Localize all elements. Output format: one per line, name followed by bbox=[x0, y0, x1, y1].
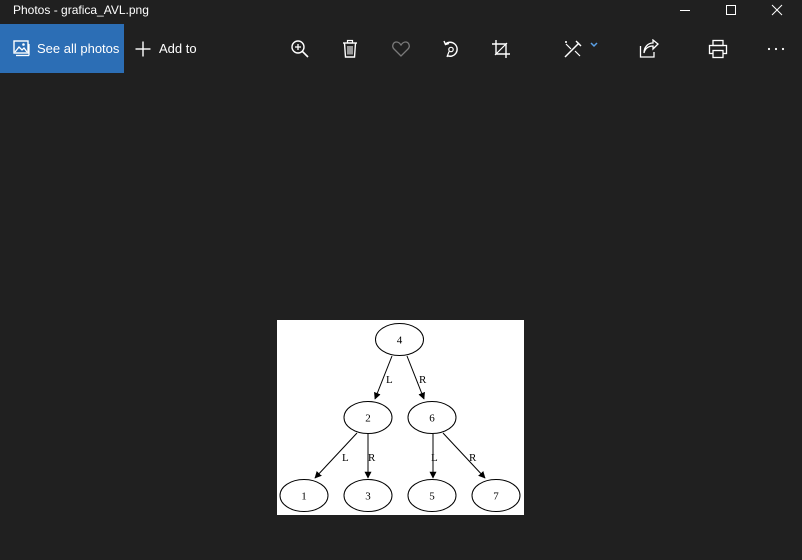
edge-label-4-2: L bbox=[386, 374, 393, 386]
edge-label-4-6: R bbox=[419, 374, 427, 386]
node-1: 1 bbox=[279, 479, 329, 512]
node-label-1: 1 bbox=[301, 491, 307, 503]
rotate-button[interactable] bbox=[440, 38, 462, 60]
photo-canvas: L R L R L R 4 2 6 1 3 5 7 bbox=[277, 320, 524, 515]
node-label-3: 3 bbox=[365, 491, 371, 503]
node-label-6: 6 bbox=[429, 413, 435, 425]
print-icon bbox=[708, 39, 728, 59]
add-to-label: Add to bbox=[159, 41, 197, 56]
title-bar: Photos - grafica_AVL.png bbox=[0, 0, 802, 22]
more-icon bbox=[767, 47, 785, 51]
node-7: 7 bbox=[471, 479, 521, 512]
zoom-button[interactable] bbox=[289, 38, 311, 60]
plus-icon bbox=[135, 41, 151, 56]
see-all-photos-label: See all photos bbox=[37, 41, 120, 56]
close-icon bbox=[771, 4, 783, 16]
photo-gallery-icon bbox=[13, 39, 30, 56]
favorite-heart-icon bbox=[392, 41, 410, 57]
more-button[interactable] bbox=[765, 38, 787, 60]
maximize-button[interactable] bbox=[708, 0, 754, 20]
share-icon bbox=[639, 39, 659, 58]
node-4: 4 bbox=[375, 323, 424, 356]
see-all-photos-button[interactable]: See all photos bbox=[0, 24, 124, 73]
edge-label-2-3: R bbox=[368, 452, 376, 464]
rotate-icon bbox=[443, 40, 458, 58]
maximize-icon bbox=[726, 5, 736, 15]
add-to-button[interactable]: Add to bbox=[134, 24, 197, 73]
print-button[interactable] bbox=[707, 38, 729, 60]
edit-create-icon bbox=[564, 40, 582, 58]
node-5: 5 bbox=[407, 479, 457, 512]
crop-icon bbox=[492, 40, 510, 58]
close-button[interactable] bbox=[754, 0, 800, 20]
avl-tree-graph: L R L R L R 4 2 6 1 3 5 7 bbox=[279, 323, 521, 512]
share-button[interactable] bbox=[638, 38, 660, 60]
toolbar: See all photos Add to bbox=[0, 24, 802, 73]
node-label-7: 7 bbox=[493, 491, 499, 503]
zoom-in-icon bbox=[291, 40, 309, 58]
chevron-down-icon bbox=[590, 42, 598, 48]
minimize-button[interactable] bbox=[662, 0, 708, 20]
delete-button[interactable] bbox=[339, 38, 361, 60]
edge-label-2-1: L bbox=[342, 452, 349, 464]
minimize-icon bbox=[680, 10, 690, 11]
node-3: 3 bbox=[343, 479, 393, 512]
edge-label-6-7: R bbox=[469, 452, 477, 464]
photos-app-window: Photos - grafica_AVL.png See all photos … bbox=[0, 0, 802, 560]
node-label-5: 5 bbox=[429, 491, 435, 503]
edge-2-1 bbox=[314, 432, 358, 479]
node-label-4: 4 bbox=[397, 335, 403, 347]
window-title: Photos - grafica_AVL.png bbox=[13, 3, 149, 17]
favorite-button[interactable] bbox=[390, 38, 412, 60]
delete-icon bbox=[343, 39, 357, 58]
crop-button[interactable] bbox=[490, 38, 512, 60]
edge-6-7 bbox=[442, 432, 486, 479]
edit-create-button[interactable] bbox=[563, 38, 603, 60]
node-2: 2 bbox=[343, 401, 393, 434]
edge-label-6-5: L bbox=[431, 452, 438, 464]
node-6: 6 bbox=[407, 401, 457, 434]
node-label-2: 2 bbox=[365, 413, 371, 425]
